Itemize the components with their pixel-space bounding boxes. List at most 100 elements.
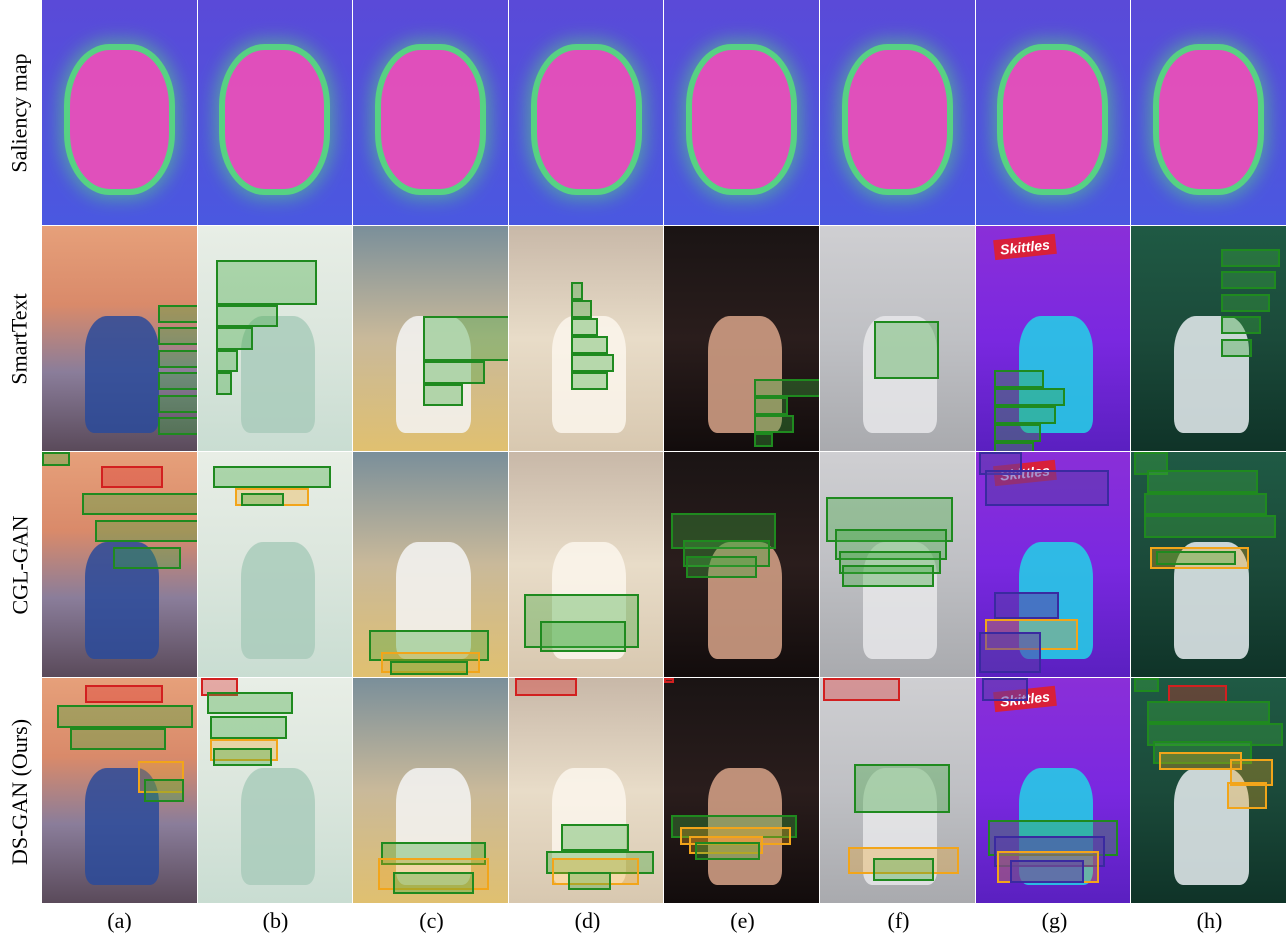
layout-box-green — [157, 372, 197, 391]
caption-b: (b) — [262, 908, 289, 933]
layout-box-red — [85, 684, 163, 703]
image-cgl-gan-h — [1131, 452, 1286, 677]
product-shape — [240, 768, 316, 885]
layout-box-green — [754, 433, 773, 447]
layout-box-green — [1143, 515, 1277, 538]
layout-box-green — [754, 397, 789, 415]
layout-box-green — [1134, 678, 1159, 692]
image-saliency-f — [820, 0, 975, 225]
row-label-saliency: Saliency map — [7, 52, 33, 173]
layout-box-green — [206, 691, 294, 714]
image-cgl-gan-f — [820, 452, 975, 677]
image-smarttext-g: Skittles — [975, 226, 1131, 451]
image-saliency-c — [353, 0, 508, 225]
layout-box-green — [157, 327, 197, 346]
layout-box-green — [841, 564, 935, 587]
image-smarttext-h — [1131, 226, 1286, 451]
layout-box-green — [874, 320, 940, 379]
layout-box-green — [1155, 551, 1237, 565]
product-shape — [240, 542, 316, 659]
layout-box-green — [157, 394, 197, 413]
layout-box-green — [94, 519, 197, 542]
layout-box-green — [240, 492, 285, 506]
layout-box-orange — [1227, 781, 1268, 809]
layout-box-green — [539, 620, 627, 653]
saliency-blob — [1003, 49, 1103, 189]
layout-box-green — [695, 842, 761, 861]
layout-box-green — [42, 452, 70, 466]
layout-box-red — [823, 678, 901, 701]
layout-box-purple — [1009, 860, 1084, 883]
layout-box-green — [216, 304, 278, 328]
image-smarttext-c — [353, 226, 508, 451]
layout-box-green — [390, 661, 468, 675]
layout-box-green — [570, 282, 583, 301]
saliency-blob — [1159, 49, 1258, 189]
image-smarttext-d — [508, 226, 664, 451]
product-shape — [85, 316, 160, 433]
saliency-blob — [847, 49, 947, 189]
image-ds-gan-d — [508, 678, 664, 903]
image-ds-gan-g: Skittles — [975, 678, 1131, 903]
caption-a: (a) — [107, 908, 132, 933]
row-label-smarttext: SmartText — [7, 293, 32, 385]
layout-box-green — [561, 824, 630, 852]
layout-box-green — [567, 871, 611, 890]
layout-box-green — [157, 349, 197, 368]
saliency-blob — [381, 49, 480, 189]
layout-box-green — [570, 300, 593, 319]
skittles-logo: Skittles — [993, 234, 1057, 261]
layout-box-green — [754, 415, 795, 433]
layout-box-green — [213, 465, 331, 488]
layout-box-green — [1220, 316, 1262, 334]
layout-box-green — [570, 336, 608, 355]
image-smarttext-a — [42, 226, 197, 451]
caption-e: (e) — [730, 908, 755, 933]
image-saliency-h — [1131, 0, 1286, 225]
image-saliency-b — [197, 0, 353, 225]
caption-c: (c) — [419, 908, 444, 933]
image-saliency-a — [42, 0, 197, 225]
image-ds-gan-b — [197, 678, 353, 903]
layout-box-red — [664, 678, 674, 683]
layout-box-green — [422, 316, 508, 361]
layout-box-green — [994, 442, 1035, 451]
layout-box-green — [994, 406, 1056, 424]
layout-box-green — [854, 763, 950, 813]
image-cgl-gan-a — [42, 452, 197, 677]
layout-box-green — [216, 327, 254, 350]
image-ds-gan-c — [353, 678, 508, 903]
image-smarttext-b — [197, 226, 353, 451]
image-cgl-gan-d — [508, 452, 664, 677]
layout-box-green — [57, 705, 194, 728]
layout-box-green — [422, 361, 485, 384]
layout-box-red — [100, 465, 163, 488]
saliency-blob — [692, 49, 792, 189]
layout-box-green — [209, 716, 288, 739]
image-smarttext-e — [664, 226, 819, 451]
layout-box-purple — [984, 470, 1109, 506]
image-ds-gan-h — [1131, 678, 1286, 903]
layout-box-green — [1143, 492, 1268, 515]
layout-box-green — [157, 304, 197, 323]
layout-box-green — [570, 354, 614, 373]
image-saliency-g — [975, 0, 1131, 225]
layout-box-green — [994, 424, 1041, 442]
layout-box-green — [994, 388, 1066, 406]
image-ds-gan-e — [664, 678, 819, 903]
image-saliency-d — [508, 0, 664, 225]
layout-box-green — [686, 555, 758, 578]
image-cgl-gan-b — [197, 452, 353, 677]
image-grid: SkittlesSkittlesSkittles — [42, 0, 1287, 904]
caption-h: (h) — [1196, 908, 1223, 933]
row-label-ds-gan: DS-GAN (Ours) — [7, 718, 33, 865]
layout-box-green — [144, 779, 185, 802]
layout-box-green — [213, 747, 272, 766]
caption-d: (d) — [574, 908, 601, 933]
layout-box-green — [69, 727, 166, 750]
image-cgl-gan-g: Skittles — [975, 452, 1131, 677]
layout-box-green — [216, 372, 232, 395]
image-smarttext-f — [820, 226, 975, 451]
image-cgl-gan-c — [353, 452, 508, 677]
saliency-blob — [69, 49, 169, 189]
